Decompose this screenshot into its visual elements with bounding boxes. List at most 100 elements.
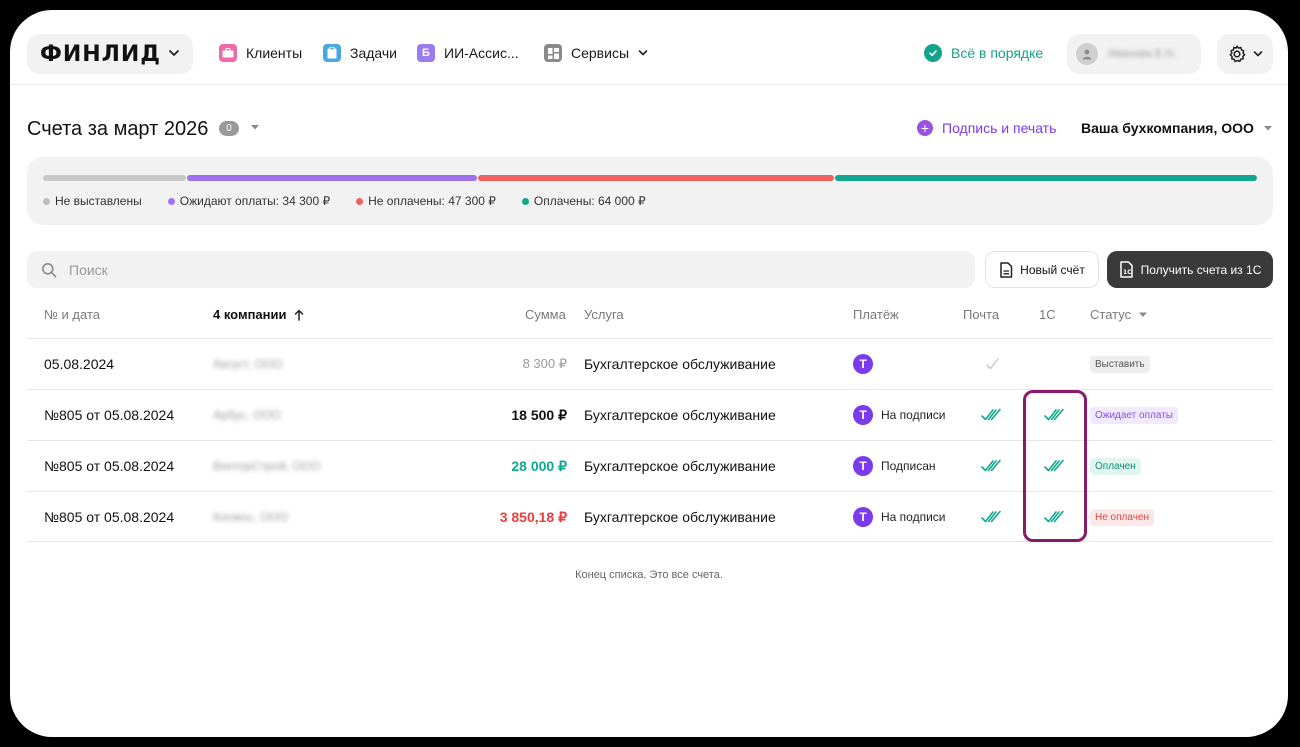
- status-cell: Ожидает оплаты: [1090, 390, 1178, 440]
- col-header-sum[interactable]: Сумма: [525, 307, 566, 322]
- grid-icon: [544, 44, 562, 62]
- status-text: Всё в порядке: [951, 45, 1044, 61]
- nav-services[interactable]: Сервисы: [544, 44, 649, 62]
- period-dropdown-caret-icon[interactable]: [249, 122, 261, 132]
- app-window: ФИНЛИД Клиенты Задачи Б ИИ-Ассис... Серв…: [10, 10, 1288, 737]
- payment-status: На подписи: [881, 408, 946, 422]
- mail-status: [980, 492, 1004, 542]
- status-cell: Выставить: [1090, 339, 1150, 389]
- legend-label: Не оплачены: 47 300 ₽: [368, 194, 496, 208]
- col-header-number[interactable]: № и дата: [44, 307, 100, 322]
- status-badge: Оплачен: [1090, 457, 1141, 475]
- system-status[interactable]: Всё в порядке: [924, 44, 1043, 62]
- logo-menu-button[interactable]: ФИНЛИД: [27, 34, 193, 74]
- invoice-summary-panel: Не выставлены Ожидают оплаты: 34 300 ₽ Н…: [27, 157, 1273, 225]
- legend-label: Оплачены: 64 000 ₽: [533, 194, 646, 208]
- legend-label: Ожидают оплаты: 34 300 ₽: [179, 194, 331, 208]
- end-of-list-note: Конец списка. Это все счета.: [575, 569, 723, 581]
- status-badge: Выставить: [1090, 355, 1150, 373]
- col-header-payment[interactable]: Платёж: [853, 307, 899, 322]
- user-avatar-icon: [1076, 43, 1098, 65]
- get-1c-label: Получить счета из 1С: [1140, 262, 1262, 277]
- chevron-down-icon: [638, 50, 648, 56]
- get-from-1c-button[interactable]: 1С Получить счета из 1С: [1107, 251, 1273, 288]
- progress-segment-paid: [835, 175, 1257, 181]
- sign-and-print-button[interactable]: + Подпись и печать: [917, 120, 1056, 136]
- service-name: Бухгалтерское обслуживание: [584, 407, 776, 423]
- status-badge: Не оплачен: [1090, 508, 1155, 526]
- col-header-company[interactable]: 4 компании: [213, 307, 304, 322]
- company-name: ВекторСтрой, ООО: [213, 459, 321, 473]
- invoice-sum: 8 300 ₽: [522, 356, 567, 371]
- bank-t-icon: T: [853, 507, 873, 527]
- legend-unpaid[interactable]: Не оплачены: 47 300 ₽: [356, 194, 496, 208]
- invoice-sum: 28 000 ₽: [511, 457, 567, 474]
- legend-label: Не выставлены: [55, 194, 142, 208]
- service-name: Бухгалтерское обслуживание: [584, 356, 776, 372]
- payment-cell[interactable]: T На подписи: [853, 390, 946, 440]
- payment-status: На подписи: [881, 510, 946, 524]
- search-icon: [42, 262, 57, 277]
- page-title: Счета за март 2026: [27, 118, 209, 140]
- double-check-icon: [981, 408, 1001, 421]
- col-header-service[interactable]: Услуга: [584, 307, 624, 322]
- table-row[interactable]: 05.08.2024 Август, ООО 8 300 ₽ Бухгалтер…: [27, 338, 1273, 389]
- chevron-down-icon: [169, 50, 179, 56]
- briefcase-icon: [219, 44, 237, 62]
- col-header-1c[interactable]: 1С: [1039, 307, 1056, 322]
- document-1c-icon: 1С: [1119, 261, 1133, 278]
- invoice-number: №805 от 05.08.2024: [44, 509, 175, 525]
- payment-cell[interactable]: T Подписан: [853, 441, 936, 491]
- col-header-status-label: Статус: [1090, 307, 1132, 322]
- nav-ai-assistant[interactable]: Б ИИ-Ассис...: [417, 44, 519, 62]
- sort-arrow-up-icon: [295, 309, 304, 321]
- mail-status: [980, 339, 1004, 389]
- settings-button[interactable]: [1217, 34, 1273, 74]
- col-header-status[interactable]: Статус: [1090, 307, 1148, 322]
- status-cell: Оплачен: [1090, 441, 1141, 491]
- new-invoice-label: Новый счёт: [1020, 262, 1085, 277]
- double-check-icon: [981, 510, 1001, 523]
- plus-circle-icon: +: [917, 120, 933, 136]
- nav-clients[interactable]: Клиенты: [219, 44, 302, 62]
- service-name: Бухгалтерское обслуживание: [584, 458, 776, 474]
- clipboard-icon: [323, 44, 341, 62]
- payment-cell[interactable]: T: [853, 339, 881, 389]
- mail-status: [980, 390, 1004, 440]
- table-bottom-divider: [27, 541, 1273, 542]
- count-badge: 0: [219, 121, 239, 136]
- top-bar: ФИНЛИД Клиенты Задачи Б ИИ-Ассис... Серв…: [10, 10, 1288, 85]
- legend-dot: [521, 197, 529, 205]
- col-header-mail[interactable]: Почта: [963, 307, 999, 322]
- new-invoice-button[interactable]: Новый счёт: [985, 251, 1099, 288]
- caret-down-icon: [1139, 312, 1148, 317]
- company-select[interactable]: Ваша бухкомпания, ООО: [1081, 120, 1274, 136]
- progress-segment-awaiting: [187, 175, 477, 181]
- progress-segment-unpaid: [478, 175, 834, 181]
- user-menu-button[interactable]: Иванова Е.Н.: [1067, 34, 1201, 74]
- service-name: Бухгалтерское обслуживание: [584, 509, 776, 525]
- payment-status: Подписан: [881, 459, 936, 473]
- legend-awaiting[interactable]: Ожидают оплаты: 34 300 ₽: [167, 194, 331, 208]
- progress-segment-not-issued: [43, 175, 186, 181]
- check-icon: [986, 358, 999, 370]
- logo: ФИНЛИД: [40, 41, 161, 67]
- document-icon: [1000, 261, 1013, 278]
- caret-down-icon: [1263, 126, 1272, 131]
- nav-label: Сервисы: [571, 45, 630, 61]
- legend-not-issued[interactable]: Не выставлены: [43, 194, 142, 208]
- search-input[interactable]: [69, 261, 869, 278]
- ai-assistant-icon: Б: [417, 44, 435, 62]
- chevron-down-icon: [1253, 51, 1262, 57]
- invoice-sum: 18 500 ₽: [511, 406, 567, 423]
- legend-paid[interactable]: Оплачены: 64 000 ₽: [521, 194, 646, 208]
- invoice-sum: 3 850,18 ₽: [499, 508, 567, 525]
- company-name: Август, ООО: [213, 357, 283, 371]
- bank-t-icon: T: [853, 405, 873, 425]
- legend-dot: [167, 197, 175, 205]
- payment-cell[interactable]: T На подписи: [853, 492, 946, 542]
- nav-tasks[interactable]: Задачи: [323, 44, 397, 62]
- double-check-icon: [981, 459, 1001, 472]
- invoice-number: 05.08.2024: [44, 356, 115, 372]
- search-bar: [27, 251, 975, 288]
